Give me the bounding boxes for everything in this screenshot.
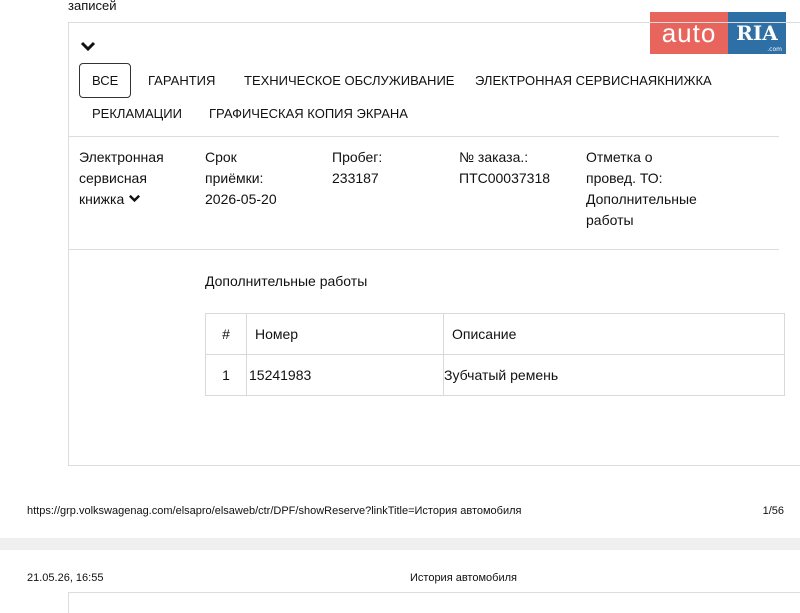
print-page-number: 1/56 xyxy=(762,505,784,517)
print-header-title: История автомобиля xyxy=(410,572,517,584)
record-type-line: книжка xyxy=(79,191,125,207)
column-header-number: Номер xyxy=(246,313,444,355)
tab-complaints[interactable]: РЕКЛАМАЦИИ xyxy=(92,106,182,121)
divider xyxy=(69,249,779,250)
cell-description: Зубчатый ремень xyxy=(443,354,785,396)
print-footer-url: https://grp.volkswagenag.com/elsapro/els… xyxy=(27,505,522,517)
cell-index: 1 xyxy=(205,354,247,396)
maintenance-mark: Отметка о провед. ТО: Дополнительные раб… xyxy=(586,147,697,231)
mileage: Пробег: 233187 xyxy=(332,147,382,189)
next-page-card-edge xyxy=(68,592,800,613)
service-history-card: ВСЕ ГАРАНТИЯ ТЕХНИЧЕСКОЕ ОБСЛУЖИВАНИЕ ЭЛ… xyxy=(68,22,800,466)
table-header-row: # Номер Описание xyxy=(205,313,785,355)
tab-electronic-service-book[interactable]: ЭЛЕКТРОННАЯ СЕРВИСНАЯКНИЖКА xyxy=(475,73,712,88)
order-number: № заказа.: ПТС00037318 xyxy=(459,147,550,189)
acceptance-date-label: приёмки: xyxy=(205,170,264,186)
tab-screen-copy[interactable]: ГРАФИЧЕСКАЯ КОПИЯ ЭКРАНА xyxy=(209,106,408,121)
order-number-value: ПТС00037318 xyxy=(459,170,551,186)
maintenance-mark-line: провед. ТО: xyxy=(586,170,663,186)
acceptance-date-label: Срок xyxy=(205,149,237,165)
acceptance-date-value: 2026-05-20 xyxy=(205,191,277,207)
page-break xyxy=(0,538,800,550)
print-header-date: 21.05.26, 16:55 xyxy=(27,572,104,584)
mileage-label: Пробег: xyxy=(332,149,383,165)
record-type-line: Электронная xyxy=(79,149,164,165)
divider xyxy=(69,136,779,137)
tab-all[interactable]: ВСЕ xyxy=(79,63,132,98)
mileage-value: 233187 xyxy=(332,170,379,186)
tab-warranty[interactable]: ГАРАНТИЯ xyxy=(148,73,215,88)
maintenance-mark-line: работы xyxy=(586,212,634,228)
chevron-down-icon[interactable] xyxy=(79,37,97,55)
table-row: 1 15241983 Зубчатый ремень xyxy=(205,354,785,396)
order-number-label: № заказа.: xyxy=(459,149,529,165)
cell-number: 15241983 xyxy=(246,354,444,396)
column-header-index: # xyxy=(205,313,247,355)
additional-works-table: # Номер Описание 1 15241983 Зубчатый рем… xyxy=(205,313,785,396)
tab-maintenance[interactable]: ТЕХНИЧЕСКОЕ ОБСЛУЖИВАНИЕ xyxy=(244,73,454,88)
chevron-down-icon[interactable] xyxy=(128,192,141,205)
additional-works-title: Дополнительные работы xyxy=(205,273,368,289)
acceptance-date: Срок приёмки: 2026-05-20 xyxy=(205,147,277,210)
column-header-description: Описание xyxy=(443,313,785,355)
record-type: Электронная сервисная книжка xyxy=(79,147,164,210)
maintenance-mark-line: Отметка о xyxy=(586,149,653,165)
maintenance-mark-line: Дополнительные xyxy=(586,191,697,207)
page-heading-fragment: записей xyxy=(68,0,117,13)
record-type-line: сервисная xyxy=(79,170,147,186)
